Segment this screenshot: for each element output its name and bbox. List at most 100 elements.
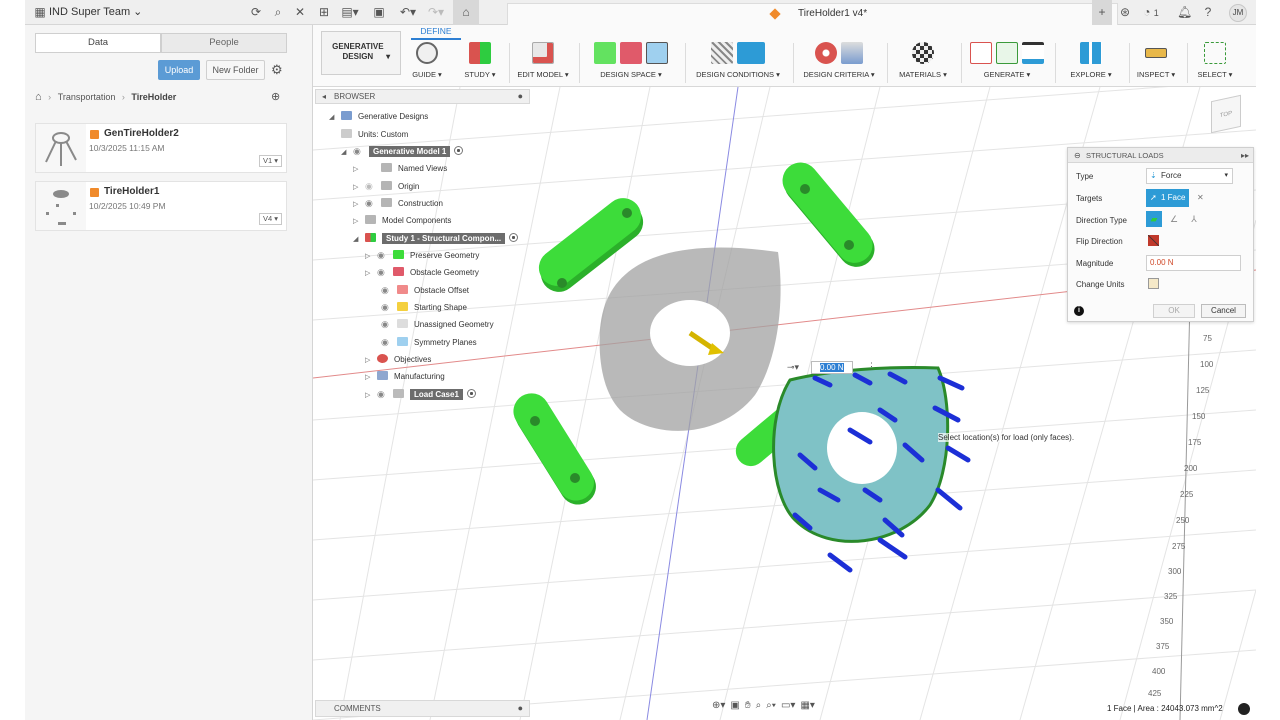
group-study[interactable]: STUDY ▾ xyxy=(458,39,502,85)
orbit-icon[interactable]: ⊕▾ xyxy=(712,700,725,716)
help-icon[interactable]: ? xyxy=(1201,0,1215,25)
active-radio-icon[interactable] xyxy=(466,389,476,398)
magnitude-quick-input[interactable]: 0.00 N xyxy=(811,361,853,374)
type-dropdown[interactable]: ⇣ Force ▾ xyxy=(1146,168,1233,184)
group-explore[interactable]: EXPLORE ▾ xyxy=(1059,39,1123,85)
tree-item-construction[interactable]: ▷ ◉ Construction xyxy=(353,196,443,211)
clear-selection-icon[interactable]: ✕ xyxy=(1197,193,1204,202)
tree-item-obstacle-geometry[interactable]: ▷ ◉ Obstacle Geometry xyxy=(365,265,479,280)
grid-settings-icon[interactable]: ▦▾ xyxy=(800,700,814,716)
expand-arrow-icon[interactable]: ▷ xyxy=(353,162,365,177)
active-radio-icon[interactable] xyxy=(454,146,464,155)
angle-direction-icon[interactable]: ∠ xyxy=(1166,211,1182,227)
tree-item-unassigned-geometry[interactable]: ◉ Unassigned Geometry xyxy=(381,317,494,332)
new-tab-icon[interactable]: + xyxy=(1092,0,1112,25)
expand-arrow-icon[interactable]: ▷ xyxy=(365,249,377,264)
dialog-header[interactable]: ⊖ STRUCTURAL LOADS ▸▸ xyxy=(1068,148,1253,163)
workspace-switcher[interactable]: GENERATIVE DESIGN ▾ xyxy=(321,31,401,75)
pin-icon[interactable]: ● xyxy=(518,90,523,103)
view-cube[interactable]: TOP xyxy=(1211,94,1241,134)
collapse-icon[interactable]: ◂ xyxy=(322,90,326,103)
tab-people[interactable]: People xyxy=(161,33,287,53)
new-folder-button[interactable]: New Folder xyxy=(206,60,265,80)
grid-icon[interactable]: ⊞ xyxy=(317,0,331,25)
visibility-icon[interactable]: ◉ xyxy=(381,283,397,298)
ok-button[interactable]: OK xyxy=(1153,304,1195,318)
visibility-icon[interactable]: ◉ xyxy=(381,300,397,315)
magnitude-input[interactable]: 0.00 N xyxy=(1146,255,1241,271)
group-materials[interactable]: MATERIALS ▾ xyxy=(891,39,955,85)
expand-arrow-icon[interactable]: ▷ xyxy=(353,197,365,212)
pan-icon[interactable]: ✋︎ xyxy=(745,700,751,716)
version-badge[interactable]: V4 ▾ xyxy=(258,213,282,225)
flip-direction-icon[interactable] xyxy=(1148,235,1159,246)
display-settings-icon[interactable]: ▭▾ xyxy=(781,700,795,716)
group-design-conditions[interactable]: DESIGN CONDITIONS ▾ xyxy=(689,39,787,85)
visibility-icon[interactable]: ◉ xyxy=(381,317,397,332)
tab-data[interactable]: Data xyxy=(35,33,161,53)
refresh-icon[interactable]: ⟳ xyxy=(249,0,263,25)
visibility-icon[interactable]: ◉ xyxy=(377,265,393,280)
extensions-icon[interactable]: ⊛ xyxy=(1117,0,1133,25)
cancel-button[interactable]: Cancel xyxy=(1201,304,1246,318)
visibility-icon[interactable]: ◉ xyxy=(353,144,369,159)
change-units-icon[interactable] xyxy=(1148,278,1159,289)
visibility-icon[interactable]: ◉ xyxy=(365,196,381,211)
redo-icon[interactable]: ↷▾ xyxy=(425,0,447,25)
group-inspect[interactable]: INSPECT ▾ xyxy=(1131,39,1181,85)
tree-item-origin[interactable]: ▷ ◉ Origin xyxy=(353,179,419,194)
tab-define[interactable]: DEFINE xyxy=(411,25,461,40)
collapse-arrow-icon[interactable]: ◢ xyxy=(353,232,365,247)
tree-item-study[interactable]: ◢ Study 1 - Structural Compon... xyxy=(353,231,519,247)
notifications-icon[interactable]: 🔔︎ xyxy=(1177,0,1192,25)
vector-direction-icon[interactable]: ⅄ xyxy=(1186,211,1202,227)
share-globe-icon[interactable]: ⊕ xyxy=(271,90,280,103)
file-item-tireholder1[interactable]: TireHolder1 10/2/2025 10:49 PM V4 ▾ xyxy=(35,181,287,231)
group-design-space[interactable]: DESIGN SPACE ▾ xyxy=(583,39,679,85)
group-edit-model[interactable]: EDIT MODEL ▾ xyxy=(513,39,573,85)
expand-arrow-icon[interactable]: ▷ xyxy=(365,266,377,281)
version-badge[interactable]: V1 ▾ xyxy=(258,155,282,167)
expand-arrow-icon[interactable]: ▷ xyxy=(365,370,377,385)
apps-grid-icon[interactable]: ▦ xyxy=(33,0,47,25)
comments-panel[interactable]: COMMENTS ● xyxy=(315,700,530,717)
breadcrumb-item-tireholder[interactable]: TireHolder xyxy=(131,92,176,102)
tree-item-generative-designs[interactable]: ◢ Generative Designs xyxy=(329,109,428,124)
document-tab[interactable]: TireHolder1 v4* × xyxy=(507,3,1118,25)
tree-item-model-components[interactable]: ▷ Model Components xyxy=(353,213,451,228)
tree-item-objectives[interactable]: ▷ Objectives xyxy=(365,352,431,367)
tree-item-starting-shape[interactable]: ◉ Starting Shape xyxy=(381,300,467,315)
tree-item-named-views[interactable]: ▷ Named Views xyxy=(353,161,447,176)
axis-select-icon[interactable]: ⊸▾ xyxy=(787,362,799,373)
targets-selection-button[interactable]: ➚ 1 Face xyxy=(1146,189,1189,207)
preserve-link-2[interactable] xyxy=(775,155,882,274)
group-design-criteria[interactable]: DESIGN CRITERIA ▾ xyxy=(797,39,881,85)
breadcrumb-item-transportation[interactable]: Transportation xyxy=(58,92,116,102)
visibility-icon[interactable]: ◉ xyxy=(365,179,381,194)
tree-item-preserve-geometry[interactable]: ▷ ◉ Preserve Geometry xyxy=(365,248,479,263)
add-comment-icon[interactable]: ● xyxy=(518,701,523,716)
collapse-arrow-icon[interactable]: ◢ xyxy=(329,110,341,125)
look-at-icon[interactable]: ▣ xyxy=(730,700,739,716)
expand-arrow-icon[interactable]: ▷ xyxy=(353,214,365,229)
expand-dialog-icon[interactable]: ▸▸ xyxy=(1241,148,1249,163)
upload-button[interactable]: Upload xyxy=(158,60,200,80)
expand-arrow-icon[interactable]: ▷ xyxy=(353,180,365,195)
user-avatar[interactable]: JM xyxy=(1229,4,1247,22)
job-status-icon[interactable]: ◔ 1 xyxy=(1139,0,1163,25)
tree-item-generative-model[interactable]: ◢ ◉ Generative Model 1 xyxy=(341,144,464,159)
home-icon[interactable]: ⌂ xyxy=(35,91,42,103)
expand-arrow-icon[interactable]: ▷ xyxy=(365,388,377,403)
active-radio-icon[interactable] xyxy=(509,233,519,242)
more-options-icon[interactable]: ⋮ xyxy=(867,361,876,372)
group-select[interactable]: SELECT ▾ xyxy=(1191,39,1239,85)
close-dialog-icon[interactable]: ⊖ xyxy=(1074,148,1081,163)
home-icon[interactable]: ⌂ xyxy=(453,0,479,25)
group-generate[interactable]: GENERATE ▾ xyxy=(965,39,1049,85)
visibility-icon[interactable]: ◉ xyxy=(377,387,393,402)
browser-header[interactable]: ◂ BROWSER ● xyxy=(315,89,530,104)
normal-direction-icon[interactable]: ▰ xyxy=(1146,211,1162,227)
tree-item-load-case[interactable]: ▷ ◉ Load Case1 xyxy=(365,387,476,402)
file-item-gentireholder2[interactable]: GenTireHolder2 10/3/2025 11:15 AM V1 ▾ xyxy=(35,123,287,173)
close-panel-icon[interactable]: ✕ xyxy=(293,0,307,25)
